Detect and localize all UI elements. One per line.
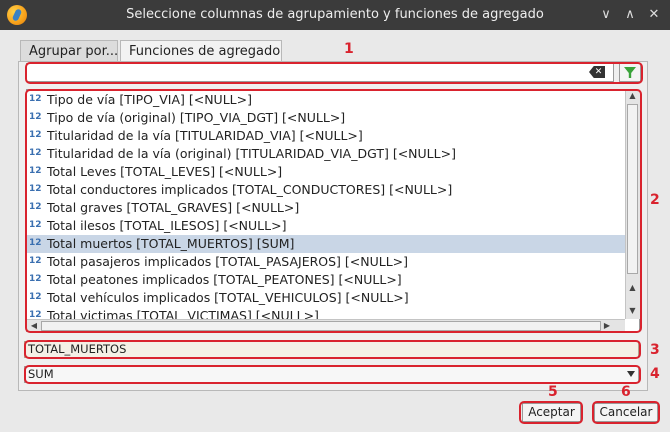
annotation-box-2	[25, 89, 642, 333]
tab-group-by[interactable]: Agrupar por...	[20, 40, 118, 62]
tab-aggregate-functions[interactable]: Funciones de agregado	[120, 40, 282, 62]
annotation-number: 1	[344, 41, 354, 57]
title-bar: Seleccione columnas de agrupamiento y fu…	[0, 0, 670, 30]
window-title: Seleccione columnas de agrupamiento y fu…	[126, 7, 544, 22]
chevron-up-icon[interactable]: ∧	[621, 6, 639, 24]
annotation-number: 4	[650, 366, 660, 382]
annotation-box-6	[592, 401, 660, 424]
annotation-number: 3	[650, 342, 660, 358]
chevron-down-icon[interactable]: ∨	[597, 6, 615, 24]
annotation-number: 5	[548, 384, 558, 400]
annotation-number: 6	[621, 384, 631, 400]
annotation-box-3	[24, 340, 641, 359]
close-icon[interactable]: ✕	[645, 6, 663, 24]
annotation-number: 2	[650, 192, 660, 208]
annotation-box-1	[25, 62, 643, 84]
annotation-box-4	[24, 365, 641, 384]
annotation-box-5	[519, 401, 583, 424]
